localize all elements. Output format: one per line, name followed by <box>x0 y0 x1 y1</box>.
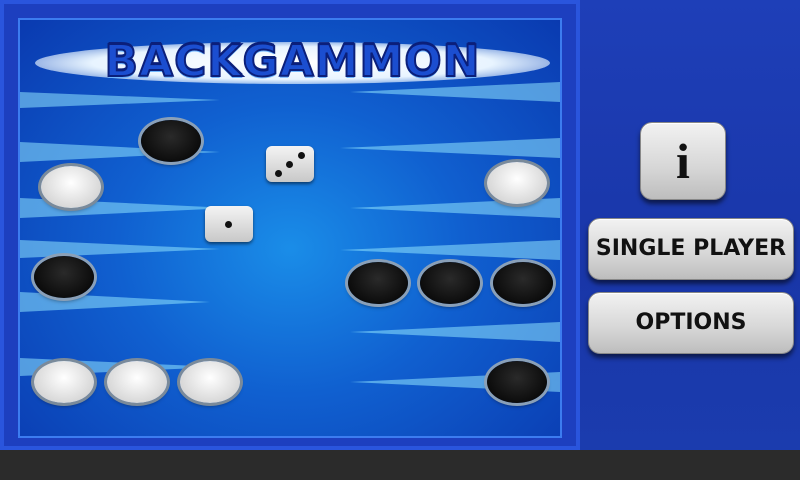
die-pip <box>286 161 293 168</box>
options-button[interactable]: OPTIONS <box>588 292 794 354</box>
point-triangle <box>20 240 220 258</box>
white-checker[interactable] <box>487 162 547 204</box>
die-pip <box>275 170 282 177</box>
white-checker[interactable] <box>34 361 94 403</box>
die-one[interactable] <box>205 206 253 242</box>
white-checker[interactable] <box>41 166 101 208</box>
die-pip <box>225 221 232 228</box>
black-checker[interactable] <box>348 262 408 304</box>
point-triangle <box>350 322 560 342</box>
game-title: BACKGAMMON <box>104 35 481 88</box>
point-triangle <box>340 240 560 260</box>
black-checker[interactable] <box>487 361 547 403</box>
die-three[interactable] <box>266 146 314 182</box>
game-screen: BACKGAMMON i SINGLE PLAYER OPTIONS <box>0 0 800 450</box>
single-player-button[interactable]: SINGLE PLAYER <box>588 218 794 280</box>
point-triangle <box>340 138 560 158</box>
black-checker[interactable] <box>420 262 480 304</box>
white-checker[interactable] <box>180 361 240 403</box>
point-triangle <box>20 92 220 108</box>
white-checker[interactable] <box>107 361 167 403</box>
black-checker[interactable] <box>493 262 553 304</box>
info-button[interactable]: i <box>640 122 726 200</box>
black-checker[interactable] <box>141 120 201 162</box>
system-bar <box>0 450 800 480</box>
die-pip <box>298 152 305 159</box>
black-checker[interactable] <box>34 256 94 298</box>
